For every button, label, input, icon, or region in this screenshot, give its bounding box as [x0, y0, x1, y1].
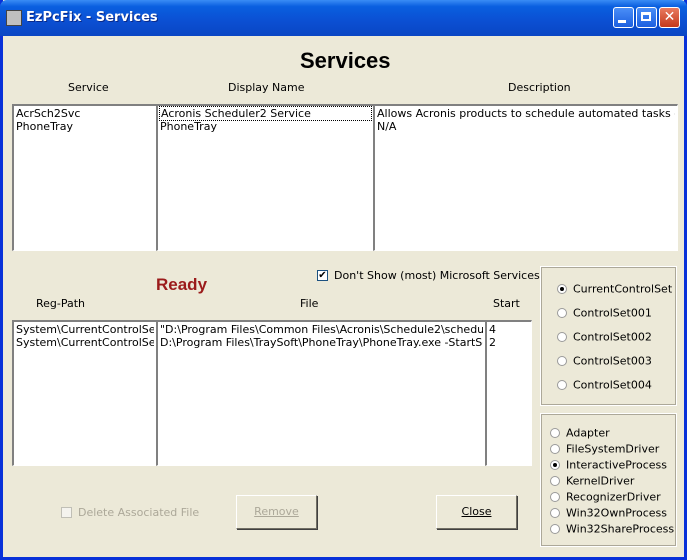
list-item-selected[interactable]: Acronis Scheduler2 Service: [159, 106, 372, 121]
column-header-display-name: Display Name: [228, 81, 305, 94]
column-header-file: File: [300, 297, 319, 310]
radio-control-set-004[interactable]: ControlSet004: [557, 378, 652, 392]
close-icon: ✕: [663, 9, 676, 25]
radio-kernel-driver[interactable]: KernelDriver: [550, 474, 634, 488]
radio-control-set-003[interactable]: ControlSet003: [557, 354, 652, 368]
page-title: Services: [300, 48, 391, 73]
radio-recognizer-driver[interactable]: RecognizerDriver: [550, 490, 661, 504]
radio-current-control-set[interactable]: CurrentControlSet: [557, 282, 672, 296]
service-type-group: Adapter FileSystemDriver InteractiveProc…: [540, 413, 677, 547]
radio-icon: [557, 356, 567, 366]
hide-microsoft-services-checkbox[interactable]: ✔: [317, 270, 328, 281]
column-header-reg-path: Reg-Path: [36, 297, 86, 310]
list-item[interactable]: D:\Program Files\TraySoft\PhoneTray\Phon…: [160, 336, 483, 349]
radio-control-set-002[interactable]: ControlSet002: [557, 330, 652, 344]
title-bar[interactable]: EzPcFix - Services ✕: [0, 0, 687, 36]
list-item[interactable]: N/A: [377, 120, 675, 133]
delete-associated-file-checkbox[interactable]: [61, 507, 72, 518]
list-item[interactable]: AcrSch2Svc: [16, 107, 154, 120]
display-name-list[interactable]: Acronis Scheduler2 Service PhoneTray: [156, 104, 374, 251]
radio-win32-share-process[interactable]: Win32ShareProcess: [550, 522, 674, 536]
remove-button[interactable]: Remove: [236, 495, 317, 529]
radio-icon: [557, 380, 567, 390]
app-icon: [6, 10, 22, 26]
radio-icon: [557, 332, 567, 342]
status-text: Ready: [156, 275, 208, 294]
start-list[interactable]: 4 2: [485, 320, 532, 466]
description-list[interactable]: Allows Acronis products to schedule auto…: [373, 104, 678, 251]
radio-selected-icon: [550, 460, 560, 470]
column-header-service: Service: [68, 81, 109, 94]
column-header-start: Start: [493, 297, 520, 310]
list-item[interactable]: System\CurrentControlSet\Se: [16, 336, 154, 349]
radio-file-system-driver[interactable]: FileSystemDriver: [550, 442, 659, 456]
radio-icon: [557, 308, 567, 318]
radio-control-set-001[interactable]: ControlSet001: [557, 306, 652, 320]
close-window-button[interactable]: ✕: [659, 7, 680, 28]
radio-icon: [550, 444, 560, 454]
radio-selected-icon: [557, 284, 567, 294]
window-title: EzPcFix - Services: [26, 10, 158, 25]
list-item[interactable]: "D:\Program Files\Common Files\Acronis\S…: [160, 323, 483, 336]
radio-icon: [550, 428, 560, 438]
minimize-icon: [618, 20, 626, 23]
radio-icon: [550, 524, 560, 534]
maximize-icon: [641, 12, 651, 21]
radio-icon: [550, 476, 560, 486]
radio-adapter[interactable]: Adapter: [550, 426, 610, 440]
list-item[interactable]: Allows Acronis products to schedule auto…: [377, 107, 675, 120]
list-item[interactable]: PhoneTray: [160, 120, 371, 133]
list-item[interactable]: PhoneTray: [16, 120, 154, 133]
list-item[interactable]: 4: [489, 323, 529, 336]
reg-path-list[interactable]: System\CurrentControlSet\Se System\Curre…: [12, 320, 157, 466]
control-set-group: CurrentControlSet ControlSet001 ControlS…: [540, 266, 677, 406]
close-button[interactable]: Close: [436, 495, 517, 529]
maximize-button[interactable]: [636, 7, 657, 28]
delete-associated-file-label: Delete Associated File: [78, 506, 200, 519]
column-header-description: Description: [508, 81, 571, 94]
minimize-button[interactable]: [613, 7, 634, 28]
radio-win32-own-process[interactable]: Win32OwnProcess: [550, 506, 667, 520]
service-list[interactable]: AcrSch2Svc PhoneTray: [12, 104, 157, 251]
hide-microsoft-services-label: Don't Show (most) Microsoft Services: [334, 269, 540, 282]
list-item[interactable]: System\CurrentControlSet\Se: [16, 323, 154, 336]
list-item[interactable]: 2: [489, 336, 529, 349]
radio-icon: [550, 508, 560, 518]
file-list[interactable]: "D:\Program Files\Common Files\Acronis\S…: [156, 320, 486, 466]
radio-icon: [550, 492, 560, 502]
radio-interactive-process[interactable]: InteractiveProcess: [550, 458, 667, 472]
